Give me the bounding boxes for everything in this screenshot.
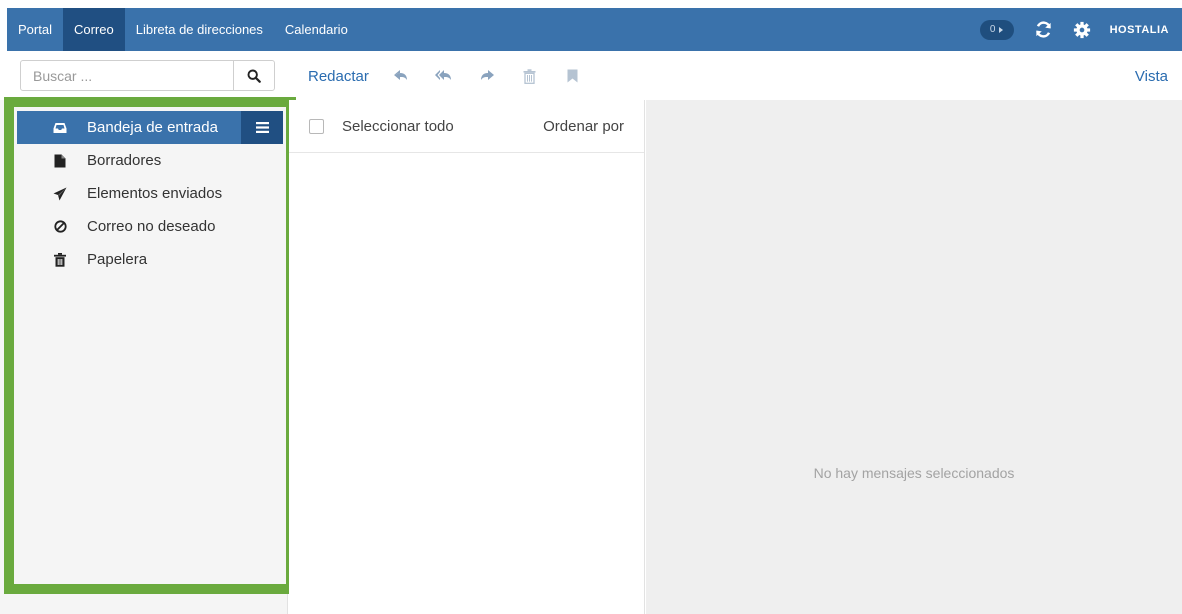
message-list-header: Seleccionar todo Ordenar por [289, 100, 644, 153]
nav-portal[interactable]: Portal [7, 8, 63, 51]
folder-label: Borradores [87, 152, 162, 169]
folder-label: Correo no deseado [87, 218, 216, 235]
nav-calendar[interactable]: Calendario [274, 8, 359, 51]
forward-icon[interactable] [477, 66, 497, 86]
nav-correo[interactable]: Correo [62, 8, 125, 51]
inbox-icon [50, 118, 70, 138]
reply-icon[interactable] [391, 66, 411, 86]
top-navigation-bar: Portal Correo Libreta de direcciones Cal… [0, 0, 1182, 51]
compose-button[interactable]: Redactar [308, 68, 369, 85]
folder-label: Elementos enviados [87, 185, 223, 202]
ban-icon [50, 217, 70, 237]
search-input[interactable] [21, 61, 233, 90]
bookmark-icon[interactable] [563, 66, 583, 86]
reply-all-icon[interactable] [434, 66, 454, 86]
brand-logo: HOSTALIA [1109, 23, 1169, 36]
folder-junk[interactable]: Correo no deseado [17, 210, 283, 243]
folder-drafts[interactable]: Borradores [17, 144, 283, 177]
top-navigation: Portal Correo Libreta de direcciones Cal… [7, 8, 1182, 51]
folder-inbox[interactable]: Bandeja de entrada [17, 111, 283, 144]
message-preview-pane: No hay mensajes seleccionados [646, 100, 1182, 614]
nav-address-book[interactable]: Libreta de direcciones [125, 8, 274, 51]
trash-icon[interactable] [520, 66, 540, 86]
search-button[interactable] [233, 61, 274, 90]
folder-trash[interactable]: Papelera [17, 243, 283, 276]
folder-label: Bandeja de entrada [87, 119, 218, 136]
folder-sent[interactable]: Elementos enviados [17, 177, 283, 210]
trash-icon [50, 250, 70, 270]
folder-list: Bandeja de entrada Borradores Elementos … [17, 111, 283, 276]
file-icon [50, 151, 70, 171]
gear-icon[interactable] [1072, 20, 1092, 40]
folder-label: Papelera [87, 251, 148, 268]
notification-count: 0 [989, 24, 996, 35]
notification-badge[interactable]: 0 [979, 19, 1014, 40]
refresh-icon[interactable] [1034, 20, 1054, 40]
select-all-label[interactable]: Seleccionar todo [342, 118, 454, 135]
caret-right-icon [999, 26, 1004, 33]
search-box [20, 60, 275, 91]
message-list: Seleccionar todo Ordenar por [289, 100, 645, 614]
mail-toolbar: Redactar Vista [289, 52, 1182, 100]
empty-preview-text: No hay mensajes seleccionados [813, 465, 1015, 481]
view-button[interactable]: Vista [1135, 68, 1168, 85]
folder-options-button[interactable] [241, 111, 283, 144]
hamburger-icon [255, 122, 269, 133]
paper-plane-icon [50, 184, 70, 204]
search-icon [247, 69, 261, 83]
sort-by-button[interactable]: Ordenar por [543, 118, 624, 135]
select-all-checkbox[interactable] [309, 118, 324, 134]
